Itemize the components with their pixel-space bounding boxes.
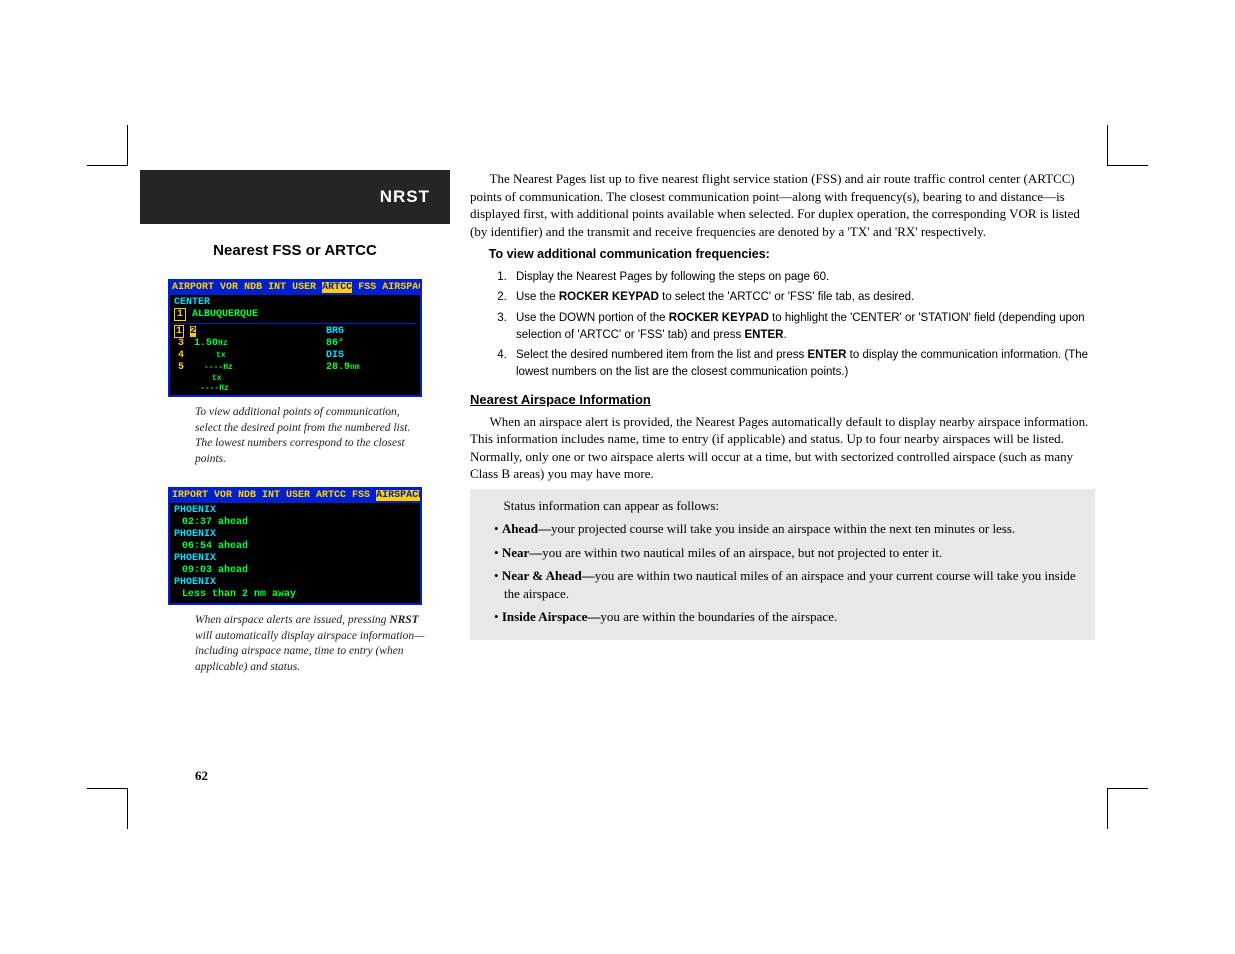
crop-mark-bl bbox=[87, 788, 128, 829]
right-column: The Nearest Pages list up to five neares… bbox=[470, 170, 1095, 640]
status-near: Near—you are within two nautical miles o… bbox=[494, 544, 1081, 562]
section-subtitle: Nearest FSS or ARTCC bbox=[140, 242, 450, 259]
procedure-title: To view additional communication frequen… bbox=[470, 246, 1095, 263]
page-content: NRST Nearest FSS or ARTCC AIRPORT VOR ND… bbox=[140, 170, 1095, 784]
screen1-active-tab: ARTCC bbox=[322, 282, 352, 293]
intro-paragraph: The Nearest Pages list up to five neares… bbox=[470, 170, 1095, 240]
screen2-tabs: IRPORT VOR NDB INT USER ARTCC FSS AIRSPA… bbox=[170, 489, 420, 503]
procedure-steps: Display the Nearest Pages by following t… bbox=[510, 269, 1095, 382]
crop-mark-tr bbox=[1107, 125, 1148, 166]
step-1: Display the Nearest Pages by following t… bbox=[510, 269, 1095, 286]
airspace-info-paragraph: When an airspace alert is provided, the … bbox=[470, 413, 1095, 483]
page-number: 62 bbox=[195, 768, 208, 784]
dis-label: DIS bbox=[326, 350, 416, 362]
status-lead: Status information can appear as follows… bbox=[484, 497, 1081, 515]
status-near-ahead: Near & Ahead—you are within two nautical… bbox=[494, 567, 1081, 602]
screen2-active-tab: AIRSPACE bbox=[376, 490, 420, 501]
device-screen-airspace: IRPORT VOR NDB INT USER ARTCC FSS AIRSPA… bbox=[168, 487, 422, 605]
airspace-row-3: PHOENIXLess than 2 nm away bbox=[174, 577, 416, 601]
status-inside: Inside Airspace—you are within the bound… bbox=[494, 608, 1081, 626]
status-ahead: Ahead—your projected course will take yo… bbox=[494, 520, 1081, 538]
status-box: Status information can appear as follows… bbox=[470, 489, 1095, 640]
airspace-row-1: PHOENIX06:54 ahead bbox=[174, 529, 416, 553]
crop-mark-br bbox=[1107, 788, 1148, 829]
step-2: Use the ROCKER KEYPAD to select the 'ART… bbox=[510, 289, 1095, 306]
caption-1: To view additional points of communicati… bbox=[140, 405, 450, 467]
center-name: 1 ALBUQUERQUE bbox=[174, 309, 416, 321]
crop-mark-tl bbox=[87, 125, 128, 166]
brg-value: 86° bbox=[326, 338, 416, 350]
nrst-key-ref: NRST bbox=[389, 614, 418, 626]
airspace-row-2: PHOENIX09:03 ahead bbox=[174, 553, 416, 577]
center-label: CENTER bbox=[174, 297, 416, 309]
section-header: NRST bbox=[140, 170, 450, 224]
brg-label: BRG bbox=[326, 326, 416, 338]
airspace-info-heading: Nearest Airspace Information bbox=[470, 392, 1095, 407]
device-screen-artcc: AIRPORT VOR NDB INT USER ARTCC FSS AIRSP… bbox=[168, 279, 422, 397]
left-column: NRST Nearest FSS or ARTCC AIRPORT VOR ND… bbox=[140, 170, 450, 675]
step-4: Select the desired numbered item from th… bbox=[510, 347, 1095, 382]
airspace-row-0: PHOENIX02:37 ahead bbox=[174, 505, 416, 529]
dis-value: 28.9 bbox=[326, 362, 350, 373]
screen1-tabs: AIRPORT VOR NDB INT USER ARTCC FSS AIRSP… bbox=[170, 281, 420, 295]
step-3: Use the DOWN portion of the ROCKER KEYPA… bbox=[510, 310, 1095, 345]
status-list: Ahead—your projected course will take yo… bbox=[484, 520, 1081, 626]
caption-2: When airspace alerts are issued, pressin… bbox=[140, 613, 450, 675]
